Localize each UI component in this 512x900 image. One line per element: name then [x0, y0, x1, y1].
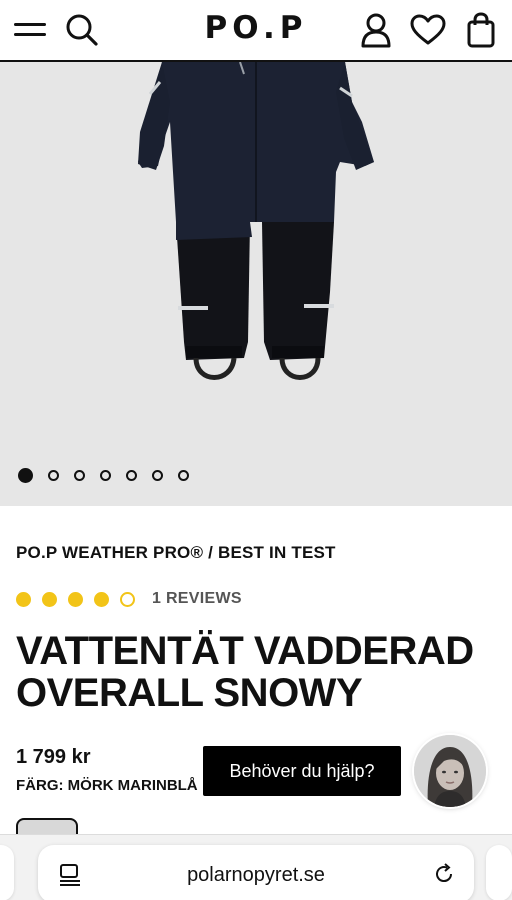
bag-icon[interactable] [463, 12, 499, 48]
site-header: PO.P [0, 0, 512, 62]
product-title: VATTENTÄT VADDERAD OVERALL SNOWY [16, 629, 474, 715]
rating-star-filled-icon [16, 591, 31, 607]
address-bar[interactable]: polarnopyret.se [38, 845, 474, 900]
product-price: 1 799 kr [16, 746, 91, 768]
rating-star-filled-icon [42, 591, 57, 607]
rating-star-filled-icon [68, 591, 83, 607]
previous-tab[interactable] [0, 845, 14, 900]
help-chat-button[interactable]: Behöver du hjälp? [203, 746, 401, 796]
wishlist-icon[interactable] [410, 12, 446, 48]
browser-toolbar: polarnopyret.se [0, 834, 512, 900]
help-agent-avatar[interactable] [414, 735, 486, 807]
reload-icon[interactable] [432, 862, 456, 891]
product-gallery[interactable] [0, 62, 512, 506]
help-chat-label: Behöver du hjälp? [229, 760, 375, 781]
gallery-dot[interactable] [48, 470, 59, 481]
gallery-dot[interactable] [152, 470, 163, 481]
gallery-dot[interactable] [18, 468, 33, 483]
reviews-count[interactable]: 1 REVIEWS [152, 590, 242, 608]
gallery-pagination [18, 468, 204, 483]
next-tab[interactable] [486, 845, 512, 900]
gallery-dot[interactable] [178, 470, 189, 481]
product-image [138, 62, 374, 380]
product-brand-line[interactable]: PO.P WEATHER PRO® / BEST IN TEST [16, 543, 336, 563]
product-rating[interactable]: 1 REVIEWS [16, 590, 242, 608]
rating-star-filled-icon [94, 591, 109, 607]
gallery-dot[interactable] [74, 470, 85, 481]
rating-star-empty-icon [120, 591, 135, 607]
account-icon[interactable] [358, 12, 394, 48]
product-color-label: FÄRG: MÖRK MARINBLÅ [16, 777, 198, 794]
url-text[interactable]: polarnopyret.se [38, 864, 474, 887]
gallery-dot[interactable] [126, 470, 137, 481]
gallery-dot[interactable] [100, 470, 111, 481]
